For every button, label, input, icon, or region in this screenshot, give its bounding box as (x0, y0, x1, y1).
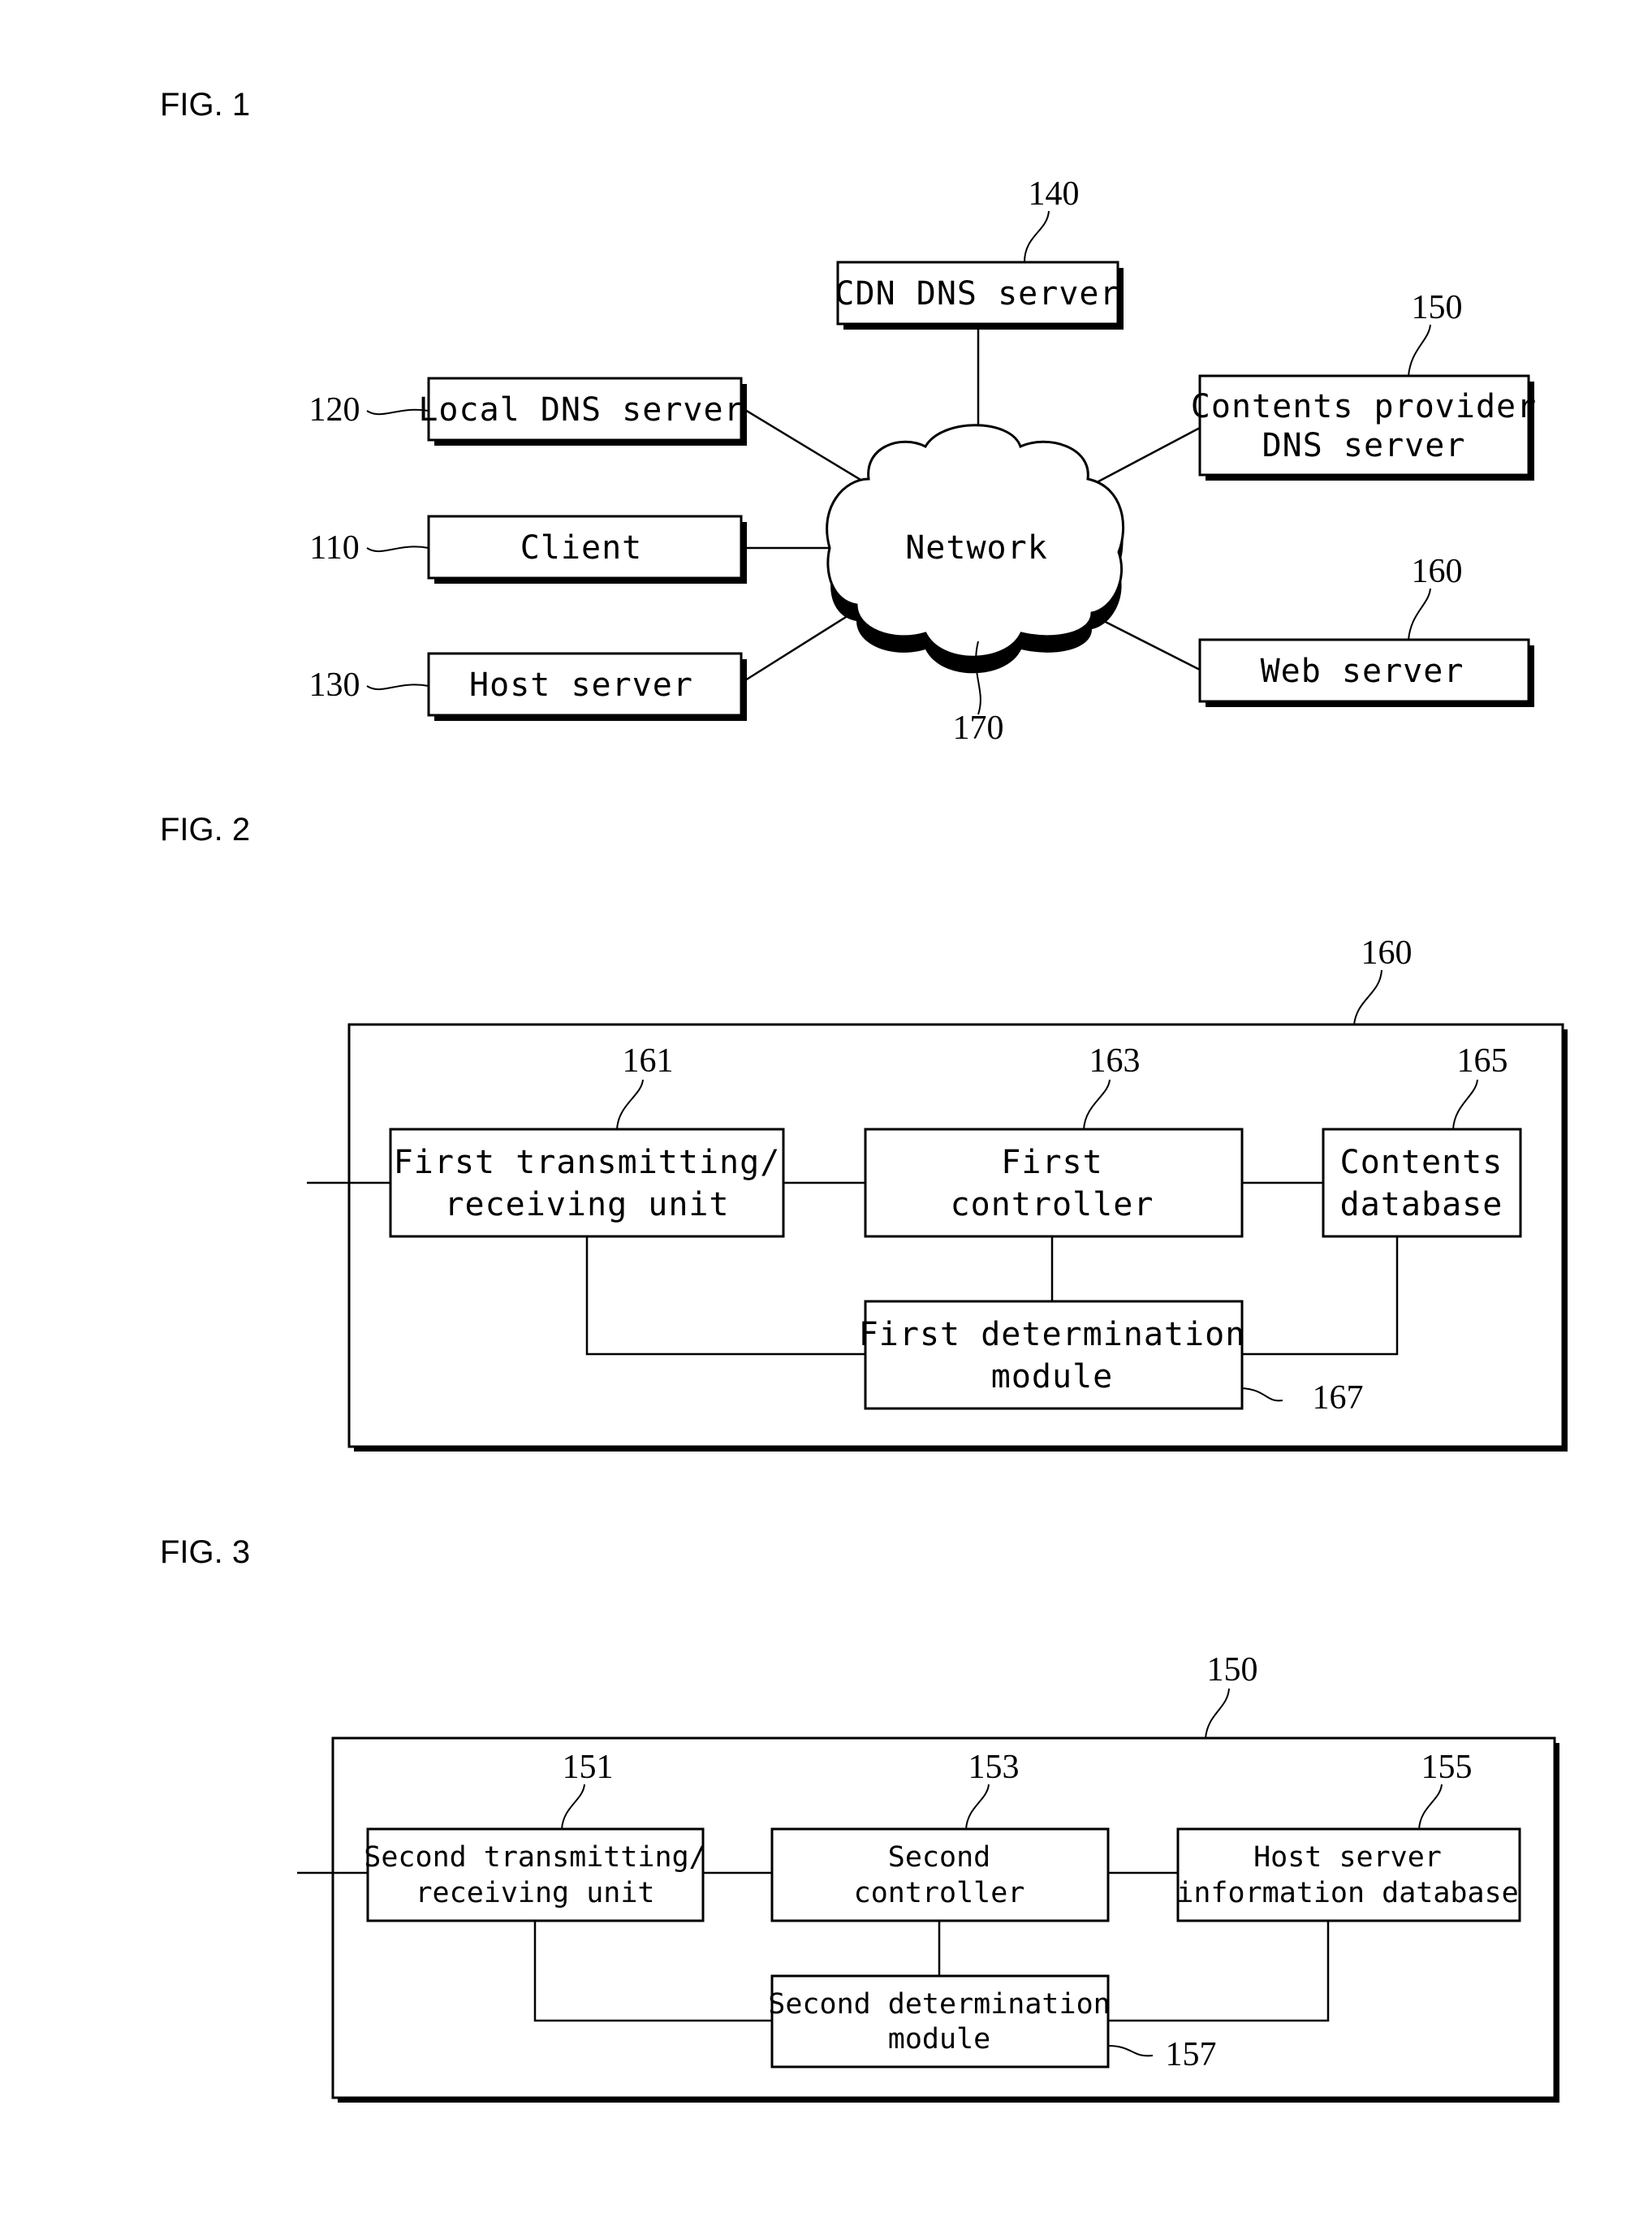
fig2-block-first-determination-module: First determination module (859, 1300, 1246, 1410)
fig1-title: FIG. 1 (160, 87, 250, 123)
node-client: Client (427, 515, 747, 584)
web-server-ref-leader (1408, 588, 1431, 641)
fig2: FIG. 2 160 First transmitting/ receiving… (160, 812, 1568, 1452)
host-server-ref-leader (366, 684, 429, 690)
fig3-controller-line2: controller (854, 1877, 1025, 1909)
fig3-block-second-determination-module: Second determination module (768, 1974, 1111, 2068)
fig3-transceiver-line1: Second transmitting/ (364, 1841, 705, 1874)
patent-drawing-sheet: FIG. 1 Network 170 CDN DNS server 140 Lo… (160, 87, 1568, 2103)
fig3-controller-ref: 153 (968, 1749, 1020, 1786)
fig3-transceiver-line2: receiving unit (415, 1877, 654, 1909)
cpdns-label-line1: Contents provider (1191, 388, 1537, 425)
fig3-determination-line2: module (888, 2023, 990, 2056)
node-contents-provider-dns-server: Contents provider DNS server (1191, 374, 1537, 481)
node-host-server: Host server (427, 652, 747, 721)
fig3-transceiver-ref: 151 (563, 1749, 614, 1786)
network-cloud: Network (826, 424, 1124, 674)
local-dns-ref: 120 (309, 391, 360, 429)
fig2-block-first-controller: First controller (864, 1128, 1244, 1238)
fig3-block-second-controller: Second controller (770, 1827, 1110, 1922)
client-label: Client (520, 529, 643, 567)
fig2-block-first-transceiver: First transmitting/ receiving unit (389, 1128, 785, 1238)
host-server-ref: 130 (309, 666, 360, 704)
fig3-database-ref: 155 (1421, 1749, 1473, 1786)
fig3-block-second-transceiver: Second transmitting/ receiving unit (364, 1827, 706, 1922)
fig3-database-line1: Host server (1253, 1841, 1442, 1874)
fig2-container-ref: 160 (1361, 934, 1413, 972)
fig2-transceiver-ref: 161 (623, 1042, 674, 1080)
fig3-determination-line1: Second determination (768, 1988, 1110, 2021)
cdn-dns-ref: 140 (1029, 175, 1080, 213)
fig3-block-host-server-info-database: Host server information database (1176, 1827, 1521, 1922)
cdn-dns-label: CDN DNS server (835, 275, 1119, 313)
fig2-database-line1: Contents (1340, 1144, 1503, 1181)
link-cpdns-network (1087, 426, 1201, 489)
client-ref: 110 (309, 529, 359, 567)
host-server-label: Host server (469, 666, 693, 704)
node-web-server: Web server (1198, 638, 1534, 707)
fig3: FIG. 3 150 Second transmitting/ receivin… (160, 1534, 1559, 2103)
network-label: Network (905, 529, 1048, 567)
fig2-controller-line2: controller (951, 1186, 1154, 1223)
fig2-determination-ref: 167 (1313, 1379, 1364, 1417)
cpdns-label-line2: DNS server (1262, 427, 1466, 464)
fig2-controller-line1: First (1001, 1144, 1102, 1181)
cpdns-ref-leader (1408, 324, 1431, 377)
client-ref-leader (366, 546, 429, 552)
link-host-network (744, 607, 860, 682)
network-ref: 170 (953, 710, 1004, 747)
local-dns-label: Local DNS server (418, 391, 744, 429)
fig1: FIG. 1 Network 170 CDN DNS server 140 Lo… (160, 87, 1537, 747)
fig2-database-line2: database (1340, 1186, 1503, 1223)
fig3-title: FIG. 3 (160, 1534, 250, 1570)
fig3-determination-ref: 157 (1166, 2036, 1217, 2073)
web-server-ref: 160 (1412, 553, 1463, 590)
fig2-controller-ref: 163 (1089, 1042, 1141, 1080)
fig2-determination-line2: module (991, 1358, 1114, 1396)
fig3-container-ref: 150 (1207, 1651, 1258, 1689)
fig2-transceiver-line1: First transmitting/ (394, 1144, 781, 1181)
web-server-label: Web server (1261, 653, 1464, 690)
cpdns-ref: 150 (1412, 289, 1463, 326)
fig3-container-ref-leader (1205, 1688, 1230, 1739)
fig2-transceiver-line2: receiving unit (444, 1186, 729, 1223)
link-localdns-network (744, 408, 873, 489)
fig3-database-line2: information database (1176, 1877, 1518, 1909)
cdn-dns-ref-leader (1024, 210, 1050, 263)
node-local-dns-server: Local DNS server (418, 377, 747, 446)
fig2-block-contents-database: Contents database (1322, 1128, 1522, 1238)
fig2-title: FIG. 2 (160, 812, 250, 848)
fig2-container-ref-leader (1353, 969, 1382, 1025)
fig2-determination-line1: First determination (859, 1316, 1246, 1353)
fig2-database-ref: 165 (1457, 1042, 1508, 1080)
fig3-controller-line1: Second (888, 1841, 990, 1874)
node-cdn-dns-server: CDN DNS server (835, 261, 1124, 330)
